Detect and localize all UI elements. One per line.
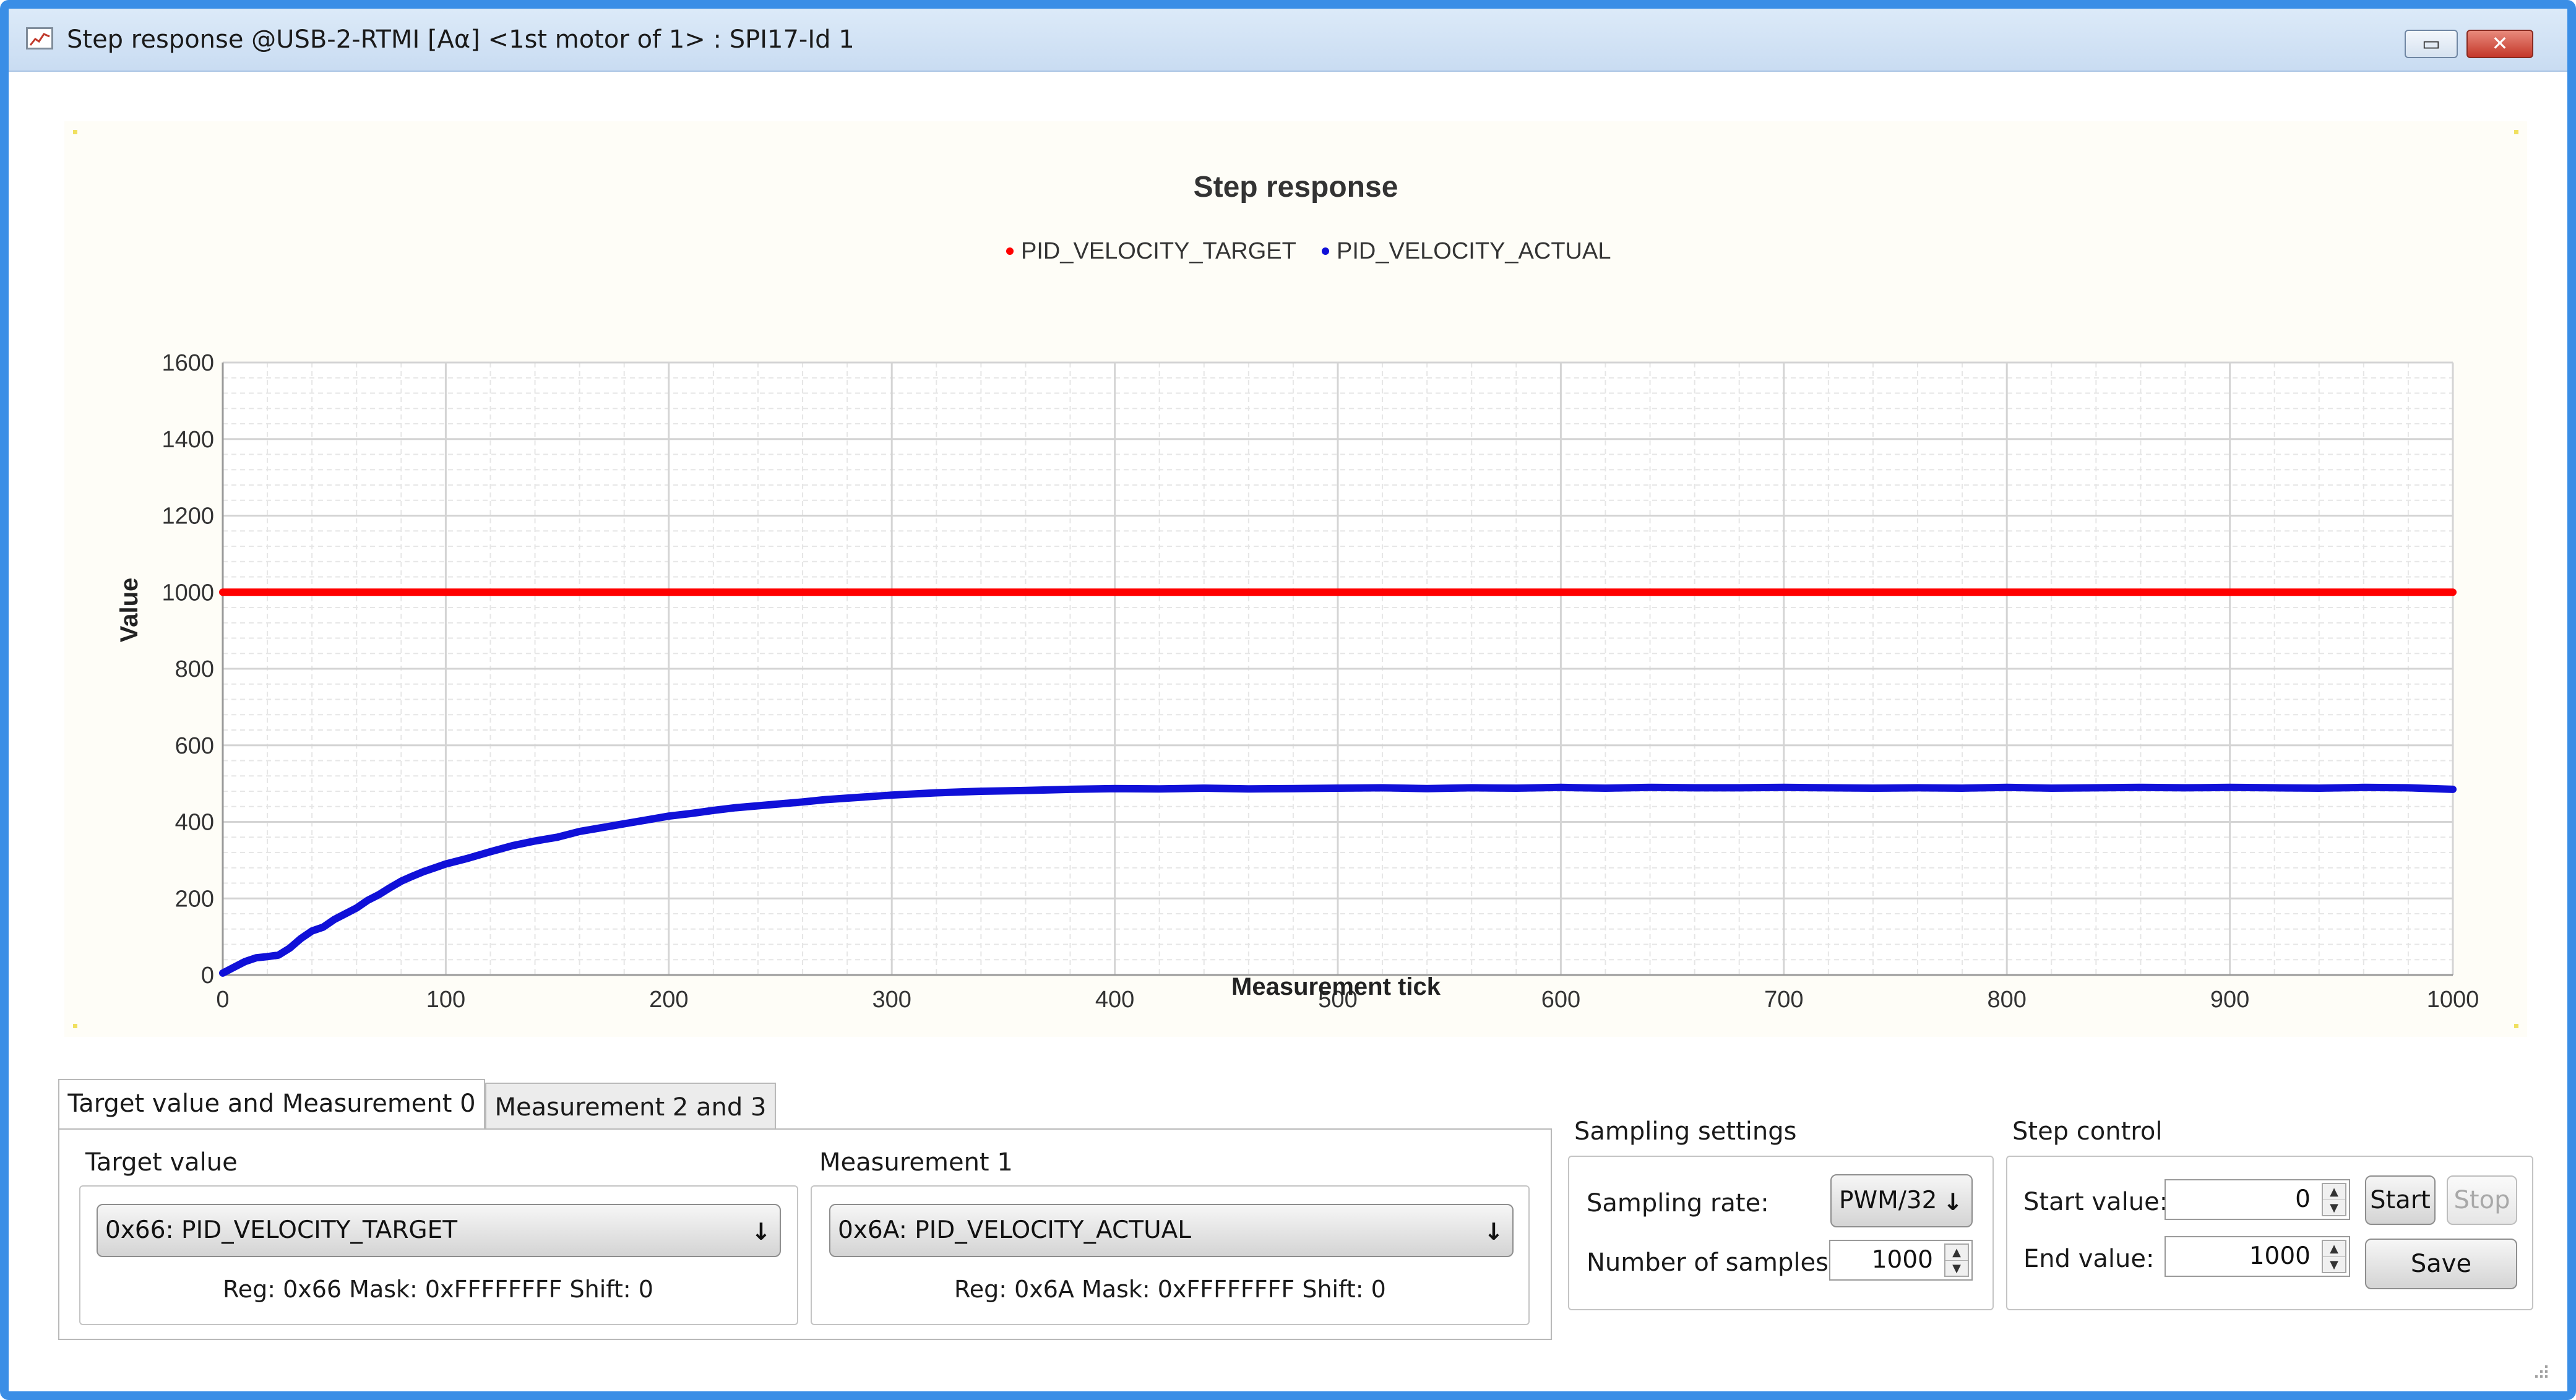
measurement-reg-info: Reg: 0x6A Mask: 0xFFFFFFFF Shift: 0 — [954, 1276, 1386, 1303]
y-tick-label: 600 — [175, 733, 214, 759]
spin-buttons[interactable]: ▲ ▼ — [2322, 1240, 2346, 1273]
chevron-down-icon: ↓ — [1943, 1188, 1963, 1216]
legend-marker — [1006, 247, 1014, 255]
chevron-down-icon: ↓ — [751, 1218, 771, 1245]
y-tick-label: 800 — [175, 656, 214, 682]
spin-up-icon[interactable]: ▲ — [2323, 1184, 2345, 1200]
y-tick-label: 1400 — [162, 427, 214, 453]
x-tick-label: 700 — [1764, 987, 1803, 1013]
restore-icon: ▭ — [2421, 32, 2441, 55]
number-of-samples-spinbox[interactable]: 1000 ▲ ▼ — [1829, 1240, 1973, 1281]
sampling-settings-label: Sampling settings — [1574, 1117, 1797, 1146]
x-tick-label: 0 — [216, 987, 229, 1013]
measurement-register-dropdown[interactable]: 0x6A: PID_VELOCITY_ACTUAL ↓ — [829, 1204, 1514, 1257]
x-tick-label: 600 — [1541, 987, 1580, 1013]
y-tick-label: 1600 — [162, 350, 214, 376]
spinbox-value: 1000 — [1871, 1246, 1933, 1274]
close-icon: ✕ — [2491, 32, 2509, 55]
y-tick-label: 1200 — [162, 504, 214, 530]
sampling-rate-label: Sampling rate: — [1587, 1189, 1769, 1217]
tab-label: Measurement 2 and 3 — [494, 1093, 767, 1122]
tab-measurement-2-3[interactable]: Measurement 2 and 3 — [485, 1083, 776, 1128]
start-button[interactable]: Start — [2365, 1175, 2436, 1225]
start-value-label: Start value: — [2023, 1188, 2168, 1216]
spin-buttons[interactable]: ▲ ▼ — [1944, 1243, 1969, 1277]
x-tick-label: 100 — [426, 987, 465, 1013]
x-tick-label: 300 — [872, 987, 911, 1013]
tab-target-measurement-0[interactable]: Target value and Measurement 0 — [58, 1079, 485, 1128]
chart-icon — [26, 27, 53, 49]
legend-label: PID_VELOCITY_TARGET — [1021, 238, 1296, 264]
title-bar[interactable]: Step response @USB-2-RTMI [Aα] <1st moto… — [9, 9, 2567, 72]
x-axis-label: Measurement tick — [1231, 973, 1441, 1000]
spinbox-value: 0 — [2295, 1185, 2311, 1213]
chevron-down-icon: ↓ — [1484, 1218, 1504, 1245]
spin-down-icon[interactable]: ▼ — [2323, 1257, 2345, 1273]
sampling-rate-dropdown[interactable]: PWM/32 ↓ — [1830, 1174, 1973, 1227]
spin-up-icon[interactable]: ▲ — [2323, 1241, 2345, 1257]
measurement-1-group-label: Measurement 1 — [819, 1148, 1013, 1177]
legend-label: PID_VELOCITY_ACTUAL — [1337, 238, 1611, 264]
dropdown-value: 0x6A: PID_VELOCITY_ACTUAL — [838, 1216, 1192, 1244]
spin-down-icon[interactable]: ▼ — [1945, 1261, 1968, 1276]
x-tick-label: 200 — [649, 987, 688, 1013]
x-tick-label: 400 — [1095, 987, 1134, 1013]
step-response-window: Step response @USB-2-RTMI [Aα] <1st moto… — [0, 0, 2576, 1400]
close-button[interactable]: ✕ — [2466, 30, 2533, 58]
x-tick-label: 900 — [2210, 987, 2249, 1013]
y-tick-label: 200 — [175, 886, 214, 912]
number-of-samples-label: Number of samples: — [1587, 1248, 1837, 1277]
start-value-spinbox[interactable]: 0 ▲ ▼ — [2165, 1179, 2350, 1220]
resize-grip-icon[interactable] — [2533, 1363, 2549, 1379]
restore-button[interactable]: ▭ — [2405, 30, 2458, 58]
target-value-group-label: Target value — [85, 1148, 238, 1177]
window-title: Step response @USB-2-RTMI [Aα] <1st moto… — [67, 25, 855, 54]
step-response-chart: Step response PID_VELOCITY_TARGET PID_VEL… — [116, 171, 2479, 1013]
target-reg-info: Reg: 0x66 Mask: 0xFFFFFFFF Shift: 0 — [223, 1276, 653, 1303]
chart-area: Step response PID_VELOCITY_TARGET PID_VEL… — [64, 121, 2527, 1037]
window-content: Step response PID_VELOCITY_TARGET PID_VEL… — [9, 72, 2567, 1391]
tab-label: Target value and Measurement 0 — [67, 1089, 476, 1118]
stop-button[interactable]: Stop — [2447, 1175, 2517, 1225]
spin-buttons[interactable]: ▲ ▼ — [2322, 1183, 2346, 1216]
dropdown-value: PWM/32 — [1839, 1187, 1937, 1214]
end-value-spinbox[interactable]: 1000 ▲ ▼ — [2165, 1236, 2350, 1277]
step-control-label: Step control — [2012, 1117, 2163, 1146]
y-tick-label: 0 — [201, 963, 214, 989]
y-tick-label: 1000 — [162, 580, 214, 606]
save-button[interactable]: Save — [2365, 1239, 2517, 1289]
y-axis-label: Value — [116, 578, 143, 643]
chart-legend: PID_VELOCITY_TARGET PID_VELOCITY_ACTUAL — [1006, 238, 1611, 264]
spinbox-value: 1000 — [2249, 1242, 2311, 1270]
spin-up-icon[interactable]: ▲ — [1945, 1245, 1968, 1261]
end-value-label: End value: — [2023, 1245, 2155, 1273]
target-register-dropdown[interactable]: 0x66: PID_VELOCITY_TARGET ↓ — [97, 1204, 781, 1257]
x-tick-label: 800 — [1987, 987, 2026, 1013]
dropdown-value: 0x66: PID_VELOCITY_TARGET — [105, 1216, 458, 1244]
spin-down-icon[interactable]: ▼ — [2323, 1200, 2345, 1216]
chart-title: Step response — [1194, 171, 1398, 204]
y-tick-label: 400 — [175, 810, 214, 836]
legend-marker — [1322, 247, 1329, 255]
x-tick-label: 1000 — [2427, 987, 2479, 1013]
